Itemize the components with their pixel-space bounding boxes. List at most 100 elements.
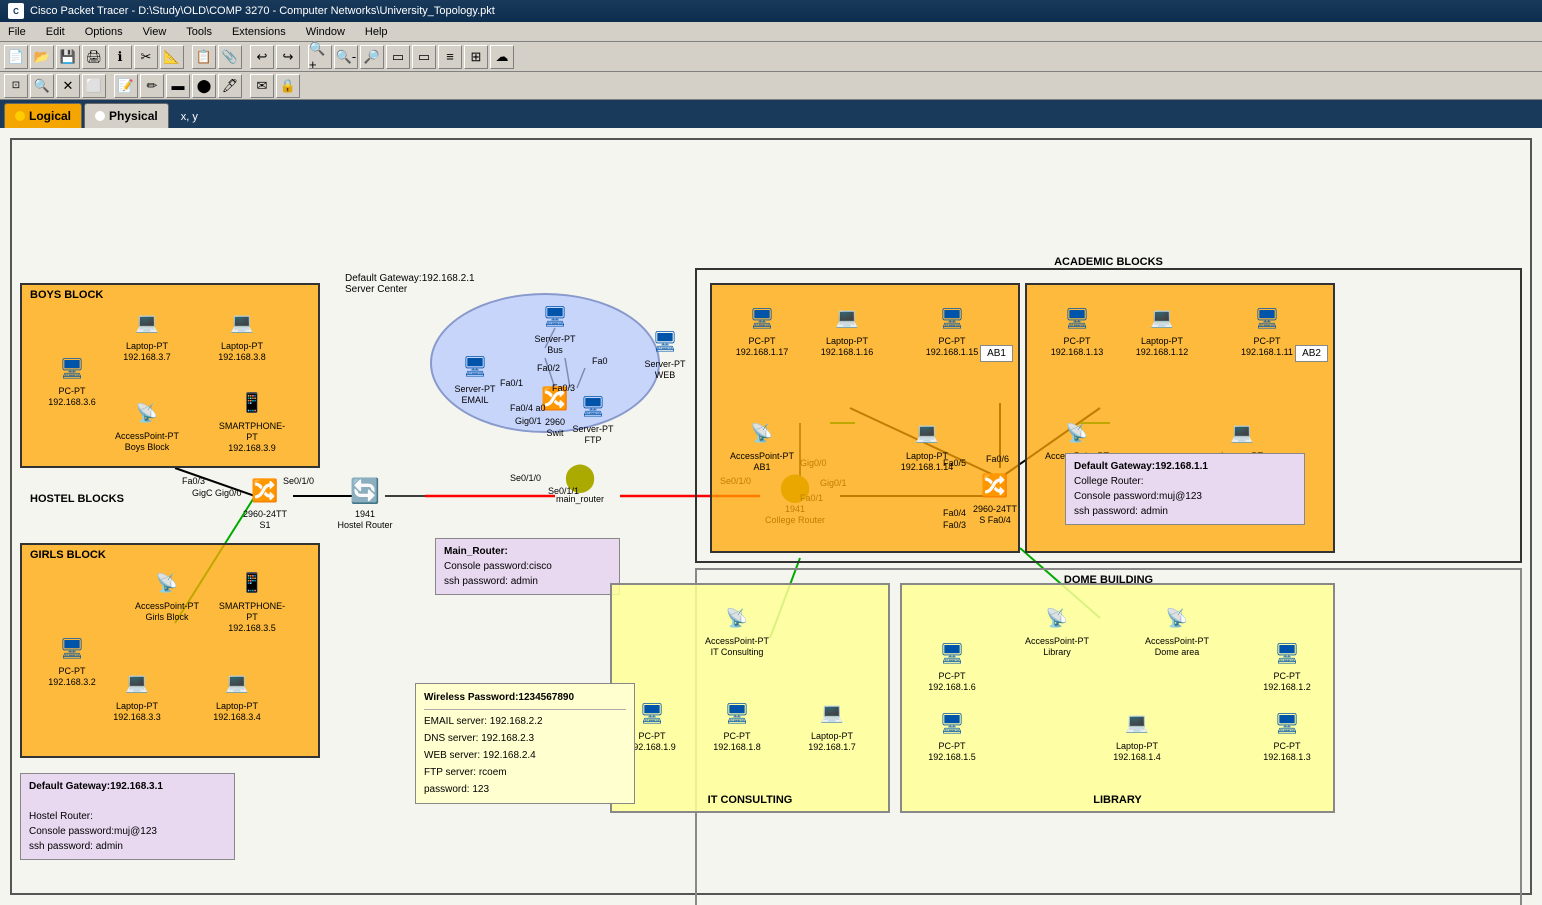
server-email-device[interactable]: 🖥 Server-PTEMAIL [440,348,510,406]
dome-fa03b-label: Fa0/3 [943,520,966,530]
laptop-3-3-device[interactable]: 💻 Laptop-PT192.168.3.3 [102,665,172,723]
main-router-info-box: Main_Router: Console password:ciscossh p… [435,538,620,595]
rect2-button[interactable]: ▬ [166,74,190,98]
laptop-1-12-device[interactable]: 💻 Laptop-PT192.168.1.12 [1127,300,1197,358]
pc-1-11-icon: 🖥 [1247,300,1287,336]
pc-1-6-device[interactable]: 🖥 PC-PT192.168.1.6 [917,635,987,693]
wireless-info-box: Wireless Password:1234567890 EMAIL serve… [415,683,635,804]
redo-button[interactable]: ↪ [276,45,300,69]
switch-dome-icon: 🔀 [975,468,1015,504]
ab2-box-label: AB2 [1295,345,1328,362]
ap-boys-icon: 📡 [127,395,167,431]
laptop-3-4-icon: 💻 [217,665,257,701]
undo-button[interactable]: ↩ [250,45,274,69]
college-gw-label: Default Gateway:192.168.1.1 [1074,459,1296,474]
custom-button[interactable]: ⊞ [464,45,488,69]
main-router-device[interactable]: ⬤ main_router [545,458,615,505]
select-all-button[interactable]: ⊡ [4,74,28,98]
menu-tools[interactable]: Tools [182,26,216,38]
switch-dome-device[interactable]: 🔀 2960-24TTS Fa0/4 [960,468,1030,526]
note-button[interactable]: 📝 [114,74,138,98]
oval-button[interactable]: ▭ [412,45,436,69]
server-web-device[interactable]: 🖥 Server-PTWEB [630,323,700,381]
smartphone-3-9-device[interactable]: 📱 SMARTPHONE-PT192.168.3.9 [217,385,287,453]
boys-block: BOYS BLOCK 💻 Laptop-PT192.168.3.7 💻 Lapt… [20,283,320,468]
menu-extensions[interactable]: Extensions [228,26,290,38]
smartphone-3-9-icon: 📱 [232,385,272,421]
menu-window[interactable]: Window [302,26,349,38]
pc-3-2-device[interactable]: 🖥 PC-PT192.168.3.2 [37,630,107,688]
pc-1-15-device[interactable]: 🖥 PC-PT192.168.1.15 [917,300,987,358]
toolbar2: ⊡ 🔍 ✕ ⬜ 📝 ✏ ▬ ⬤ 🖊 ✉ 🔒 [0,72,1542,100]
pc-1-2-device[interactable]: 🖥 PC-PT192.168.1.2 [1252,635,1322,693]
ap-ab2-icon: 📡 [1057,415,1097,451]
ap-girls-device[interactable]: 📡 AccessPoint-PTGirls Block [132,565,202,623]
copy-button[interactable]: 📋 [192,45,216,69]
server-email-label: Server-PTEMAIL [454,384,495,406]
ap-it-device[interactable]: 📡 AccessPoint-PTIT Consulting [702,600,772,658]
pc-1-13-device[interactable]: 🖥 PC-PT192.168.1.13 [1042,300,1112,358]
pc-1-2-label: PC-PT192.168.1.2 [1263,671,1311,693]
ap-lib-device[interactable]: 📡 AccessPoint-PTLibrary [1022,600,1092,658]
ap-ab1-icon: 📡 [742,415,782,451]
pen-button[interactable]: 🖊 [218,74,242,98]
smartphone-3-9-label: SMARTPHONE-PT192.168.3.9 [217,421,287,453]
menu-help[interactable]: Help [361,26,392,38]
pc-1-11-device[interactable]: 🖥 PC-PT192.168.1.11 [1232,300,1302,358]
open-button[interactable]: 📂 [30,45,54,69]
logical-tab[interactable]: Logical [4,103,82,128]
laptop-3-4-device[interactable]: 💻 Laptop-PT192.168.3.4 [202,665,272,723]
cross-button[interactable]: ✕ [56,74,80,98]
server-email-icon: 🖥 [455,348,495,384]
new-button[interactable]: 📄 [4,45,28,69]
menu-options[interactable]: Options [81,26,127,38]
pc-1-5-device[interactable]: 🖥 PC-PT192.168.1.5 [917,705,987,763]
tool2-button[interactable]: 📐 [160,45,184,69]
center-fa04-label: Fa0/4 a0 [510,403,546,413]
ap-ab1-device[interactable]: 📡 AccessPoint-PTAB1 [727,415,797,473]
zoom-in-button[interactable]: 🔍+ [308,45,332,69]
pc-1-17-device[interactable]: 🖥 PC-PT192.168.1.17 [727,300,797,358]
print-button[interactable]: 🖨 [82,45,106,69]
cloud-button[interactable]: ☁ [490,45,514,69]
laptop-1-16-device[interactable]: 💻 Laptop-PT192.168.1.16 [812,300,882,358]
laptop-1-4-device[interactable]: 💻 Laptop-PT192.168.1.4 [1102,705,1172,763]
zoom-fit-button[interactable]: 🔎 [360,45,384,69]
laptop-3-8-device[interactable]: 💻 Laptop-PT192.168.3.8 [207,305,277,363]
ap-boys-device[interactable]: 📡 AccessPoint-PTBoys Block [112,395,182,453]
search-button[interactable]: 🔍 [30,74,54,98]
tool1-button[interactable]: ✂ [134,45,158,69]
hostel-router-device[interactable]: 🔄 1941Hostel Router [330,473,400,531]
menu-file[interactable]: File [4,26,30,38]
pc-1-8-device[interactable]: 🖥 PC-PT192.168.1.8 [702,695,772,753]
zoom-out-button[interactable]: 🔍- [334,45,358,69]
ap-it-label: AccessPoint-PTIT Consulting [705,636,769,658]
ap-dome-icon: 📡 [1157,600,1197,636]
ellipse-button[interactable]: ⬤ [192,74,216,98]
menu-edit[interactable]: Edit [42,26,69,38]
lasso-button[interactable]: ⬜ [82,74,106,98]
dome-fa05-label: Fa0/5 [943,458,966,468]
pc-1-3-device[interactable]: 🖥 PC-PT192.168.1.3 [1252,705,1322,763]
academic-blocks-label: ACADEMIC BLOCKS [1054,256,1163,268]
laptop-1-12-label: Laptop-PT192.168.1.12 [1136,336,1189,358]
pencil-button[interactable]: ✏ [140,74,164,98]
email-button[interactable]: ✉ [250,74,274,98]
paste-button[interactable]: 📎 [218,45,242,69]
lock-button[interactable]: 🔒 [276,74,300,98]
ap-dome-device[interactable]: 📡 AccessPoint-PTDome area [1142,600,1212,658]
rect-button[interactable]: ▭ [386,45,410,69]
server-pt-main-device[interactable]: 🖥 Server-PTBus [520,298,590,356]
laptop-3-7-device[interactable]: 💻 Laptop-PT192.168.3.7 [112,305,182,363]
physical-tab-label: Physical [109,109,158,123]
laptop-1-7-device[interactable]: 💻 Laptop-PT192.168.1.7 [797,695,867,753]
pc-3-6-device[interactable]: 🖥 PC-PT192.168.3.6 [37,350,107,408]
laptop-3-3-label: Laptop-PT192.168.3.3 [113,701,161,723]
menu-view[interactable]: View [139,26,171,38]
physical-tab[interactable]: Physical [84,103,169,128]
info-button[interactable]: ℹ [108,45,132,69]
laptop-3-4-label: Laptop-PT192.168.3.4 [213,701,261,723]
smartphone-3-5-device[interactable]: 📱 SMARTPHONE-PT192.168.3.5 [217,565,287,633]
save-button[interactable]: 💾 [56,45,80,69]
list-button[interactable]: ≡ [438,45,462,69]
